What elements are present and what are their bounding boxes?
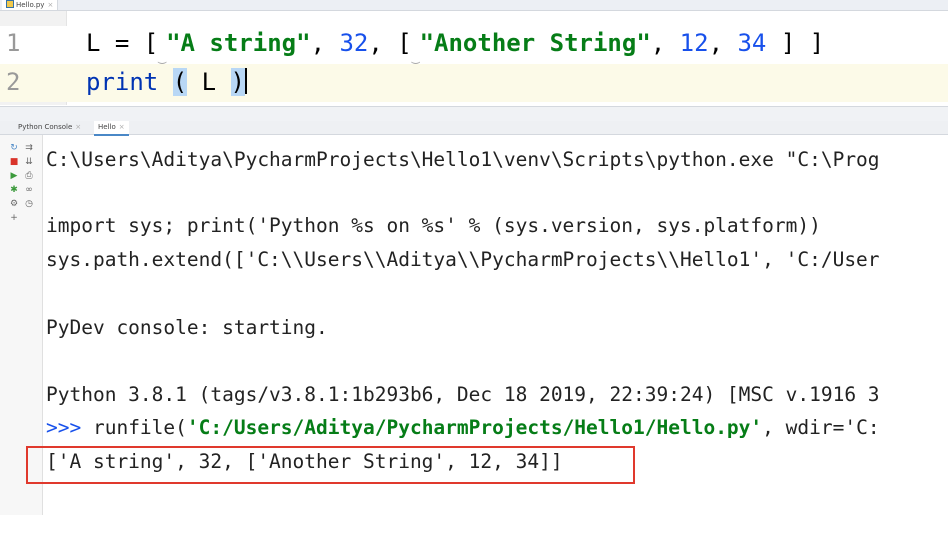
number-literal: 34 [737, 29, 767, 57]
code-text-line-2[interactable]: print ( L ) [86, 68, 247, 96]
text-caret [244, 68, 247, 94]
tab-hello[interactable]: Hello × [94, 121, 129, 136]
panel-separator[interactable] [0, 106, 948, 121]
console-line-interpreter-path: C:\Users\Aditya\PycharmProjects\Hello1\v… [46, 148, 880, 171]
string-literal: "Another String" [419, 29, 651, 57]
editor-tab-label: Hello.py [16, 1, 45, 9]
console-line-sys-path: sys.path.extend(['C:\\Users\\Aditya\\Pyc… [46, 248, 880, 271]
console-tab-bar: Python Console × Hello × [0, 121, 948, 136]
console-line-python-version: Python 3.8.1 (tags/v3.8.1:1b293b6, Dec 1… [46, 383, 880, 406]
console-line-import: import sys; print('Python %s on %s' % (s… [46, 214, 821, 237]
code-token: , [650, 29, 680, 57]
debug-icon[interactable]: ✱ [9, 185, 19, 195]
rerun-icon[interactable]: ↻ [9, 143, 19, 153]
history-clock-icon[interactable]: ◷ [24, 199, 34, 209]
code-token: , [310, 29, 340, 57]
editor-tab-bar: Hello.py × [0, 0, 948, 11]
execute-icon[interactable]: ▶ [9, 171, 19, 181]
soft-wrap-icon[interactable]: ⇉ [24, 143, 34, 153]
close-tab-icon[interactable]: × [47, 1, 53, 9]
code-token: , [ [368, 29, 412, 57]
code-token: , [708, 29, 738, 57]
code-token: ] ] [766, 29, 825, 57]
matched-bracket-close: ) [230, 68, 245, 96]
code-token: L = [ [86, 29, 159, 57]
number-literal: 12 [679, 29, 709, 57]
matched-bracket-open: ( [172, 68, 188, 96]
console-prompt: >>> [46, 416, 93, 439]
line-number-2: 2 [6, 68, 21, 96]
code-token: , wdir='C: [762, 416, 880, 439]
code-token: L [187, 68, 231, 96]
scroll-to-end-icon[interactable]: ⇊ [24, 157, 34, 167]
console-line-runfile: >>> runfile('C:/Users/Aditya/PycharmProj… [46, 416, 880, 439]
output-highlight-box [26, 446, 635, 484]
tab-label: Hello [98, 123, 116, 131]
close-tab-icon[interactable]: × [119, 123, 125, 131]
whitespace-marker: ‿ [411, 50, 420, 65]
tab-label: Python Console [18, 123, 73, 131]
string-literal: "A string" [166, 29, 311, 57]
stop-icon[interactable]: ■ [9, 157, 19, 167]
editor-tab-hello-py[interactable]: Hello.py × [2, 0, 59, 10]
bottom-margin [0, 515, 948, 541]
settings-gear-icon[interactable]: ⚙ [9, 199, 19, 209]
close-tab-icon[interactable]: × [75, 123, 81, 131]
line-number-1: 1 [6, 29, 21, 57]
whitespace-marker: ‿ [158, 50, 167, 65]
print-icon[interactable]: ⎙ [24, 171, 34, 181]
show-variables-icon[interactable]: ∞ [24, 185, 34, 195]
python-file-icon [6, 0, 14, 8]
console-line-pydev-start: PyDev console: starting. [46, 316, 328, 339]
code-editor[interactable]: 1 2 L = [‿"A string", 32, [‿"Another Str… [0, 11, 948, 105]
string-literal: 'C:/Users/Aditya/PycharmProjects/Hello1/… [186, 416, 763, 439]
new-console-plus-icon[interactable]: + [9, 213, 19, 223]
function-name: print [86, 68, 159, 96]
tab-python-console[interactable]: Python Console × [14, 121, 85, 134]
code-token: runfile( [92, 416, 187, 439]
code-text-line-1[interactable]: L = [‿"A string", 32, [‿"Another String"… [86, 29, 824, 65]
number-literal: 32 [339, 29, 369, 57]
